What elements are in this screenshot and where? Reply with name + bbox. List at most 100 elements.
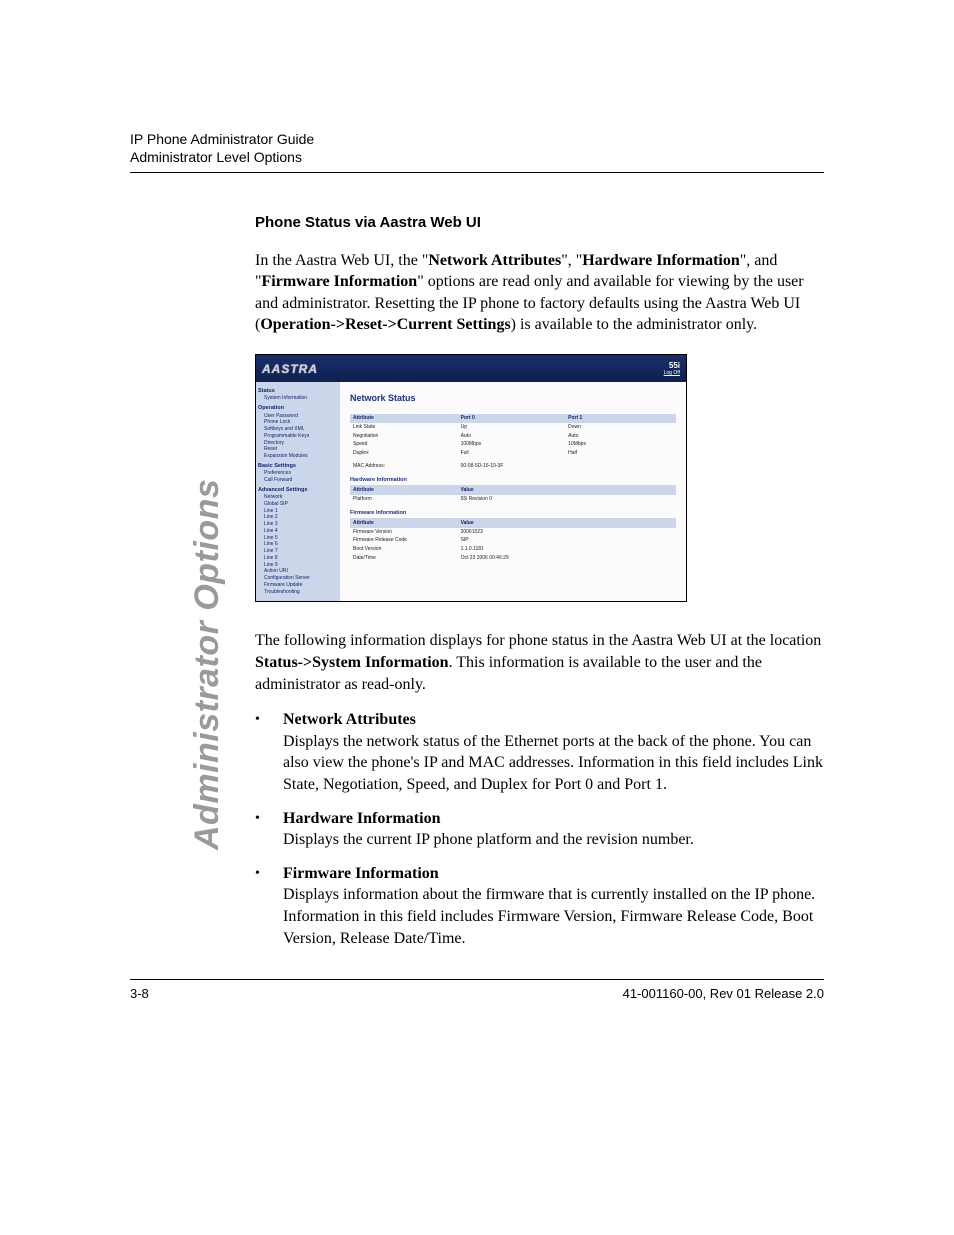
sidebar-item[interactable]: Line 8 <box>258 555 338 562</box>
table-cell: Duplex <box>350 449 458 458</box>
table-cell: 20061023 <box>458 528 676 537</box>
header-line-2: Administrator Level Options <box>130 148 824 166</box>
bold-text: Hardware Information <box>582 252 739 269</box>
footer-doc-id: 41-001160-00, Rev 01 Release 2.0 <box>623 986 824 1001</box>
sidebar-item[interactable]: Network <box>258 494 338 501</box>
table-cell: 1.1.0.1181 <box>458 545 676 554</box>
table-cell: Half <box>565 449 676 458</box>
text: In the Aastra Web UI, the " <box>255 252 428 269</box>
sidebar-item[interactable]: Reset <box>258 446 338 453</box>
webui-sidebar: Status System Information Operation User… <box>256 382 340 601</box>
mac-value: 00-08-5D-16-10-3F <box>458 462 653 471</box>
col-value: Value <box>458 486 676 495</box>
table-row: Firmware Release CodeSIP <box>350 536 676 545</box>
table-row: Speed100Mbps10Mbps <box>350 440 676 449</box>
table-cell: SIP <box>458 536 676 545</box>
table-row: Link StateUpDown <box>350 423 676 432</box>
sidebar-item[interactable]: Global SIP <box>258 501 338 508</box>
sidebar-cat-operation: Operation <box>258 405 338 412</box>
section-title: Phone Status via Aastra Web UI <box>255 213 824 233</box>
table-cell: Link State <box>350 423 458 432</box>
bullet-text: Displays the current IP phone platform a… <box>283 831 694 848</box>
table-row: Firmware Version20061023 <box>350 528 676 537</box>
bold-text: Network Attributes <box>428 252 561 269</box>
sidebar-group-operation: User PasswordPhone LockSoftkeys and XMLP… <box>258 413 338 460</box>
col-port1: Port 1 <box>565 414 676 423</box>
table-cell: Up <box>458 423 566 432</box>
sidebar-group-advanced: NetworkGlobal SIPLine 1Line 2Line 3Line … <box>258 494 338 595</box>
sidebar-item[interactable]: User Password <box>258 413 338 420</box>
sidebar-item[interactable]: Line 3 <box>258 521 338 528</box>
sidebar-item[interactable]: Line 1 <box>258 508 338 515</box>
sidebar-item[interactable]: Line 9 <box>258 562 338 569</box>
hw-info-title: Hardware Information <box>350 477 676 486</box>
col-attribute: Attribute <box>350 519 458 528</box>
text: ) is available to the administrator only… <box>511 316 757 333</box>
bullet-body: Network Attributes Displays the network s… <box>283 709 824 795</box>
sidebar-item[interactable]: Action URI <box>258 568 338 575</box>
table-cell: Date/Time <box>350 554 458 563</box>
table-cell: Full <box>458 449 566 458</box>
fw-info-table: Attribute Value Firmware Version20061023… <box>350 519 676 563</box>
bullet-body: Firmware InformationDisplays information… <box>283 863 824 949</box>
table-cell: Oct 23 2006 00:46:29 <box>458 554 676 563</box>
network-status-table: Attribute Port 0 Port 1 Link StateUpDown… <box>350 414 676 458</box>
text: The following information displays for p… <box>255 632 821 649</box>
sidebar-item[interactable]: Directory <box>258 440 338 447</box>
sidebar-item[interactable]: Line 5 <box>258 535 338 542</box>
page-footer: 3-8 41-001160-00, Rev 01 Release 2.0 <box>130 979 824 1001</box>
logoff-link[interactable]: Log Off <box>664 371 680 377</box>
bullet-marker: • <box>255 808 283 851</box>
webui-logo: AASTRA <box>262 361 318 377</box>
bullet-item: •Hardware Information Displays the curren… <box>255 808 824 851</box>
table-cell: Firmware Version <box>350 528 458 537</box>
sidebar-item[interactable]: Call Forward <box>258 477 338 484</box>
table-cell: Platform <box>350 495 458 504</box>
side-tab-label: Administrator Options <box>188 479 227 850</box>
table-row: Boot Version1.1.0.1181 <box>350 545 676 554</box>
sidebar-item[interactable]: System Information <box>258 395 338 402</box>
bullet-title: Hardware Information <box>283 810 440 827</box>
table-cell: 10Mbps <box>565 440 676 449</box>
mac-row: MAC Address: 00-08-5D-16-10-3F <box>350 462 676 471</box>
col-port0: Port 0 <box>458 414 566 423</box>
sidebar-cat-basic: Basic Settings <box>258 463 338 470</box>
table-cell: Speed <box>350 440 458 449</box>
embedded-screenshot: AASTRA 55i Log Off Status System Informa… <box>255 354 687 602</box>
bullet-body: Hardware Information Displays the current… <box>283 808 694 851</box>
sidebar-item[interactable]: Softkeys and XML <box>258 426 338 433</box>
sidebar-item[interactable]: Expansion Modules <box>258 453 338 460</box>
table-cell: 100Mbps <box>458 440 566 449</box>
sidebar-item[interactable]: Phone Lock <box>258 419 338 426</box>
sidebar-item[interactable]: Line 4 <box>258 528 338 535</box>
sidebar-group-status: System Information <box>258 395 338 402</box>
table-cell: 55i Revision 0 <box>458 495 676 504</box>
table-cell: Negotiation <box>350 432 458 441</box>
footer-page-number: 3-8 <box>130 986 149 1001</box>
bullet-text: Displays the network status of the Ether… <box>283 733 823 793</box>
bold-text: Firmware Information <box>262 273 418 290</box>
webui-main: Network Status Attribute Port 0 Port 1 L… <box>340 382 686 601</box>
table-row: Platform55i Revision 0 <box>350 495 676 504</box>
bullet-title: Network Attributes <box>283 711 416 728</box>
sidebar-item[interactable]: Line 6 <box>258 541 338 548</box>
bullet-item: •Network Attributes Displays the network … <box>255 709 824 795</box>
bold-text: Operation->Reset->Current Settings <box>260 316 510 333</box>
sidebar-item[interactable]: Line 7 <box>258 548 338 555</box>
sidebar-item[interactable]: Preferences <box>258 470 338 477</box>
webui-page-title: Network Status <box>350 392 676 404</box>
bullet-marker: • <box>255 709 283 795</box>
sidebar-item[interactable]: Line 2 <box>258 514 338 521</box>
sidebar-item[interactable]: Troubleshooting <box>258 589 338 596</box>
text: ", " <box>561 252 582 269</box>
sidebar-item[interactable]: Programmable Keys <box>258 433 338 440</box>
table-row: NegotiationAutoAuto <box>350 432 676 441</box>
sidebar-item[interactable]: Firmware Update <box>258 582 338 589</box>
sidebar-item[interactable]: Configuration Server <box>258 575 338 582</box>
bullet-list: •Network AttributesDisplays the network … <box>255 709 824 949</box>
sidebar-cat-status: Status <box>258 388 338 395</box>
col-attribute: Attribute <box>350 486 458 495</box>
bullet-item: •Firmware InformationDisplays informatio… <box>255 863 824 949</box>
bullet-text: Displays information about the firmware … <box>283 886 815 946</box>
table-row: Date/TimeOct 23 2006 00:46:29 <box>350 554 676 563</box>
